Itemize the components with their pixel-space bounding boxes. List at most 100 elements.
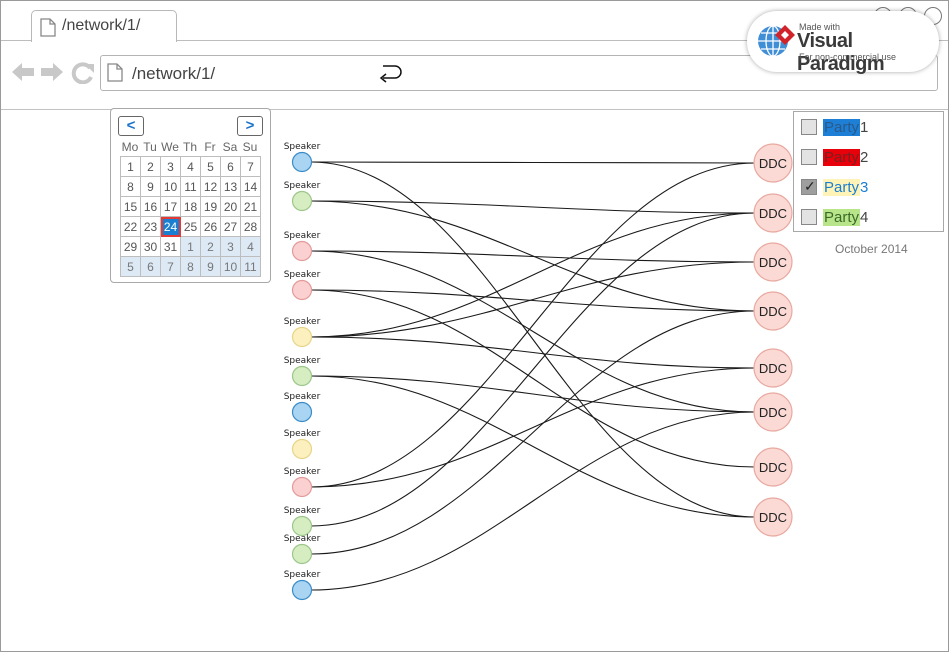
calendar-day[interactable]: 9 <box>140 176 161 197</box>
network-link <box>310 200 756 214</box>
speaker-label: Speaker <box>284 506 321 516</box>
speaker-node-party-2[interactable] <box>291 240 313 262</box>
calendar-day[interactable]: 16 <box>140 196 161 217</box>
calendar-week-row: 29 30 31 1 2 3 4 <box>120 236 261 257</box>
speaker-label: Speaker <box>284 317 321 327</box>
calendar-day[interactable]: 4 <box>180 156 201 177</box>
ddc-label: DDC <box>759 156 787 171</box>
weekday-label: We <box>161 140 179 154</box>
legend-party-number: 3 <box>860 178 869 196</box>
weekday-label: Tu <box>143 140 157 154</box>
calendar-day[interactable]: 6 <box>140 256 161 277</box>
calendar-day[interactable]: 13 <box>220 176 241 197</box>
calendar-day[interactable]: 3 <box>160 156 181 177</box>
weekday-label: Th <box>182 140 197 154</box>
speaker-node-party-2[interactable] <box>291 279 313 301</box>
calendar-next-button[interactable]: > <box>237 116 263 136</box>
calendar-day[interactable]: 6 <box>220 156 241 177</box>
calendar-day[interactable]: 8 <box>120 176 141 197</box>
calendar-prev-button[interactable]: < <box>118 116 144 136</box>
calendar-week-row: 5 6 7 8 9 10 11 <box>120 256 261 277</box>
calendar-day[interactable]: 4 <box>240 236 261 257</box>
speaker-node-party-1[interactable] <box>291 401 313 423</box>
calendar-day[interactable]: 7 <box>240 156 261 177</box>
network-link <box>310 375 756 518</box>
calendar-day[interactable]: 28 <box>240 216 261 237</box>
speaker-node-party-4[interactable] <box>291 190 313 212</box>
legend-item-party-4[interactable]: Party 4 <box>801 206 868 228</box>
network-link <box>310 367 756 488</box>
speaker-label: Speaker <box>284 231 321 241</box>
legend-party-number: 4 <box>860 208 869 226</box>
calendar-day[interactable]: 10 <box>220 256 241 277</box>
legend-item-party-3[interactable]: Party3 <box>801 176 868 198</box>
calendar-day[interactable]: 9 <box>200 256 221 277</box>
calendar-day[interactable]: 20 <box>220 196 241 217</box>
calendar-day[interactable]: 5 <box>200 156 221 177</box>
network-link <box>310 250 756 263</box>
legend-party-word: Party <box>823 208 861 226</box>
checkbox-checked-icon[interactable] <box>801 178 817 195</box>
network-link <box>310 161 756 518</box>
checkbox-icon[interactable] <box>801 209 817 225</box>
speaker-node-party-3[interactable] <box>291 438 313 460</box>
calendar-day[interactable]: 1 <box>180 236 201 257</box>
calendar-day[interactable]: 12 <box>200 176 221 197</box>
calendar-day-selected[interactable]: 24 <box>160 216 181 237</box>
legend-item-party-1[interactable]: Party 1 <box>801 116 868 138</box>
calendar-day[interactable]: 8 <box>180 256 201 277</box>
calendar-week-row: 15 16 17 18 19 20 21 <box>120 196 261 217</box>
speaker-nodes: Speaker Speaker Speaker Speaker Speaker Speak… <box>284 142 321 601</box>
network-links <box>310 161 756 591</box>
calendar-day[interactable]: 11 <box>240 256 261 277</box>
calendar-widget: < > Mo Tu We Th Fr Sa Su 1 2 3 4 5 6 7 8 9 10 11 12 13 14 15… <box>110 108 271 283</box>
calendar-day[interactable]: 2 <box>140 156 161 177</box>
legend-item-party-2[interactable]: Party 2 <box>801 146 868 168</box>
calendar-day[interactable]: 14 <box>240 176 261 197</box>
calendar-day[interactable]: 3 <box>220 236 241 257</box>
legend-party-word: Party <box>823 148 861 166</box>
calendar-day[interactable]: 2 <box>200 236 221 257</box>
speaker-node-party-4[interactable] <box>291 543 313 565</box>
weekday-label: Mo <box>121 140 139 154</box>
calendar-day[interactable]: 11 <box>180 176 201 197</box>
speaker-node-party-4[interactable] <box>291 365 313 387</box>
calendar-day[interactable]: 5 <box>120 256 141 277</box>
calendar-day[interactable]: 27 <box>220 216 241 237</box>
speaker-node-party-4[interactable] <box>291 515 313 537</box>
speaker-label: Speaker <box>284 392 321 402</box>
calendar-day[interactable]: 7 <box>160 256 181 277</box>
network-link <box>310 310 756 555</box>
calendar-day[interactable]: 22 <box>120 216 141 237</box>
speaker-node-party-1[interactable] <box>291 151 313 173</box>
checkbox-icon[interactable] <box>801 149 817 165</box>
calendar-day[interactable]: 19 <box>200 196 221 217</box>
calendar-week-row: 22 23 24 25 26 27 28 <box>120 216 261 237</box>
network-link <box>310 212 756 527</box>
calendar-day[interactable]: 21 <box>240 196 261 217</box>
speaker-label: Speaker <box>284 270 321 280</box>
calendar-day[interactable]: 17 <box>160 196 181 217</box>
calendar-week-row: 1234567 <box>120 156 261 177</box>
legend-party-word: Party <box>823 118 861 136</box>
speaker-node-party-3[interactable] <box>291 326 313 348</box>
calendar-day[interactable]: 15 <box>120 196 141 217</box>
speaker-node-party-2[interactable] <box>291 476 313 498</box>
calendar-day[interactable]: 23 <box>140 216 161 237</box>
calendar-day[interactable]: 1 <box>120 156 141 177</box>
calendar-day[interactable]: 29 <box>120 236 141 257</box>
calendar-week-row: 8 9 10 11 12 13 14 <box>120 176 261 197</box>
calendar-day[interactable]: 26 <box>200 216 221 237</box>
calendar-day[interactable]: 18 <box>180 196 201 217</box>
calendar-day[interactable]: 30 <box>140 236 161 257</box>
ddc-label: DDC <box>759 304 787 319</box>
speaker-node-party-1[interactable] <box>291 579 313 601</box>
ddc-label: DDC <box>759 460 787 475</box>
network-link <box>310 289 756 312</box>
speaker-label: Speaker <box>284 467 321 477</box>
calendar-day[interactable]: 31 <box>160 236 181 257</box>
checkbox-icon[interactable] <box>801 119 817 135</box>
party-legend: Party1Party2Party3Party4 <box>793 111 944 232</box>
calendar-day[interactable]: 10 <box>160 176 181 197</box>
calendar-day[interactable]: 25 <box>180 216 201 237</box>
